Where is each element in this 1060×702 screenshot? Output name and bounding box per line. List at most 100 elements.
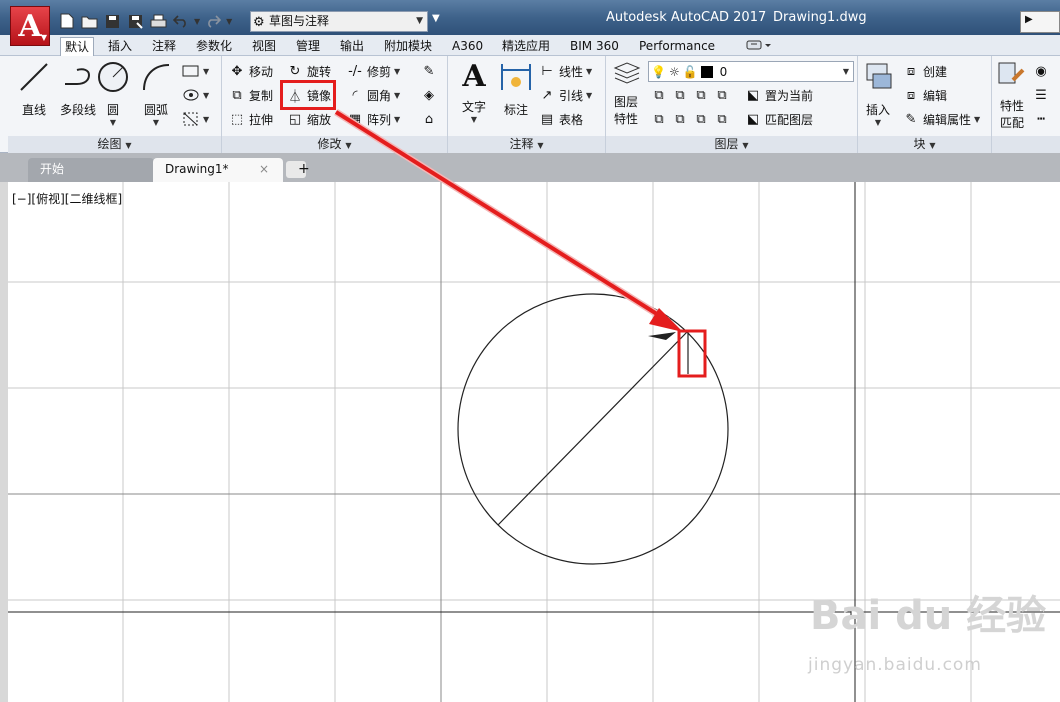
panel-modify-title[interactable]: 修改 ▼ xyxy=(222,136,447,153)
linetype-picker[interactable]: ┅ xyxy=(1032,109,1050,129)
move-button[interactable]: ✥ 移动 xyxy=(228,61,273,81)
scale-button[interactable]: ◱ 缩放 xyxy=(286,109,331,129)
set-current-button[interactable]: ⬕ 置为当前 xyxy=(744,85,813,105)
line-button[interactable]: 直线 xyxy=(14,60,54,118)
layer-on-icon[interactable]: ⧉ xyxy=(650,110,668,128)
tab-output[interactable]: 输出 xyxy=(336,37,368,56)
create-block-button[interactable]: ⧈ 创建 xyxy=(902,61,947,81)
mirror-highlight-box xyxy=(280,80,336,110)
redo-dropdown-icon[interactable]: ▼ xyxy=(226,17,232,26)
layer-isolate-icon[interactable]: ⧉ xyxy=(671,86,689,104)
panel-layers-title[interactable]: 图层 ▼ xyxy=(606,136,857,153)
linear-dimension-icon: ⊢ xyxy=(541,63,553,79)
layer-thaw-icon[interactable]: ⧉ xyxy=(692,110,710,128)
undo-icon[interactable] xyxy=(171,11,191,31)
layer-lock-icon[interactable]: ⧉ xyxy=(713,86,731,104)
array-icon: ▦ xyxy=(348,111,362,127)
chevron-down-icon: ▼ xyxy=(416,16,423,26)
text-button[interactable]: A 文字 ▼ xyxy=(456,60,492,125)
offset-button[interactable]: ⌂ xyxy=(420,109,438,129)
save-icon[interactable] xyxy=(102,11,122,31)
application-menu-button[interactable]: A ▼ xyxy=(10,6,50,46)
open-folder-icon[interactable] xyxy=(79,11,99,31)
viewport-controls[interactable]: [−][俯视][二维线框] xyxy=(12,190,122,207)
panel-modify: ✥ 移动 ↻ 旋转 -/- 修剪 ▼ ✎ ⧉ 复制 ⏃ 镜像 ◜ 圆角 ▼ ◈ ⬚ 拉伸 ◱ 缩放 … xyxy=(222,56,448,153)
match-layer-button[interactable]: ⬕ 匹配图层 xyxy=(744,109,813,129)
layer-unisolate-icon[interactable]: ⧉ xyxy=(671,110,689,128)
tab-parametric[interactable]: 参数化 xyxy=(192,37,236,56)
dimension-button[interactable]: 标注 xyxy=(498,60,534,118)
panel-block-title[interactable]: 块 ▼ xyxy=(858,136,991,153)
fillet-button[interactable]: ◜ 圆角 ▼ xyxy=(346,85,400,105)
close-icon[interactable]: × xyxy=(259,158,269,180)
match-properties-button[interactable]: 特性 匹配 xyxy=(994,60,1030,131)
layer-dropdown[interactable]: 💡 ☼ 🔓 0 ▼ xyxy=(648,61,854,82)
hatch-icon xyxy=(183,89,199,101)
print-icon[interactable] xyxy=(148,11,168,31)
tab-start[interactable]: 开始 xyxy=(28,158,154,182)
undo-dropdown-icon[interactable]: ▼ xyxy=(194,17,200,26)
match-properties-icon xyxy=(998,62,1025,84)
table-button[interactable]: ▤ 表格 xyxy=(538,109,583,129)
stretch-button[interactable]: ⬚ 拉伸 xyxy=(228,109,273,129)
leader-icon: ↗ xyxy=(541,87,553,103)
circle-button[interactable]: 圆 ▼ xyxy=(96,60,130,127)
customize-qat-icon[interactable]: ▼ xyxy=(432,13,440,24)
tab-default[interactable]: 默认 xyxy=(60,37,95,56)
arc-button[interactable]: 圆弧 ▼ xyxy=(136,60,176,127)
tab-view[interactable]: 视图 xyxy=(248,37,280,56)
edit-attributes-button[interactable]: ✎ 编辑属性 ▼ xyxy=(902,109,981,129)
play-icon: ▶ xyxy=(1025,14,1033,25)
hatch-button[interactable]: ▼ xyxy=(182,85,209,105)
dimension-icon xyxy=(501,64,531,90)
layer-freeze-icon[interactable]: ⧉ xyxy=(692,86,710,104)
linear-button[interactable]: ⊢ 线性 ▼ xyxy=(538,61,592,81)
erase-button[interactable]: ✎ xyxy=(420,61,438,81)
match-properties-label-1: 特性 xyxy=(999,99,1024,113)
tab-manage[interactable]: 管理 xyxy=(292,37,324,56)
tab-annotate[interactable]: 注释 xyxy=(148,37,180,56)
layer-tools-row-1: ⧉ ⧉ ⧉ ⧉ xyxy=(650,85,731,105)
tab-bim360[interactable]: BIM 360 xyxy=(566,37,623,56)
file-tab-bar: 开始 Drawing1* × + xyxy=(0,153,1060,182)
new-tab-button[interactable]: + xyxy=(286,161,310,178)
autocad-logo-icon: A xyxy=(18,8,42,44)
tab-addins[interactable]: 附加模块 xyxy=(380,37,436,56)
lineweight-picker[interactable]: ☰ xyxy=(1032,85,1050,105)
tab-performance[interactable]: Performance xyxy=(635,37,719,56)
eraser-icon: ✎ xyxy=(423,63,435,79)
tab-a360[interactable]: A360 xyxy=(448,37,487,56)
panel-annotation-title[interactable]: 注释 ▼ xyxy=(448,136,605,153)
sun-icon: ☼ xyxy=(668,64,680,79)
rotate-button[interactable]: ↻ 旋转 xyxy=(286,61,331,81)
boundary-button[interactable]: ▼ xyxy=(182,109,209,129)
save-as-icon[interactable] xyxy=(125,11,145,31)
layer-unlock-icon[interactable]: ⧉ xyxy=(713,110,731,128)
panel-draw-title[interactable]: 绘图 ▼ xyxy=(8,136,221,153)
tab-drawing1[interactable]: Drawing1* × xyxy=(153,158,283,182)
redo-icon[interactable] xyxy=(203,11,223,31)
baidu-watermark-logo: Bai du 经验 xyxy=(810,593,1047,639)
copy-button[interactable]: ⧉ 复制 xyxy=(228,85,273,105)
search-box[interactable]: ▶ xyxy=(1020,11,1060,33)
trim-button[interactable]: -/- 修剪 ▼ xyxy=(346,61,400,81)
array-button[interactable]: ▦ 阵列 ▼ xyxy=(346,109,400,129)
leader-button[interactable]: ↗ 引线 ▼ xyxy=(538,85,593,105)
layer-properties-button[interactable]: 图层 特性 xyxy=(608,60,644,127)
workspace-switcher[interactable]: ⚙ 草图与注释 ▼ xyxy=(250,11,428,32)
layer-off-icon[interactable]: ⧉ xyxy=(650,86,668,104)
new-file-icon[interactable] xyxy=(56,11,76,31)
drawn-diameter-line[interactable] xyxy=(497,330,689,526)
explode-button[interactable]: ◈ xyxy=(420,85,438,105)
ribbon-display-toggle-icon[interactable] xyxy=(742,38,776,57)
layer-stack-icon xyxy=(613,62,641,84)
edit-block-button[interactable]: ⧈ 编辑 xyxy=(902,85,947,105)
match-layer-icon: ⬕ xyxy=(746,111,760,127)
rectangle-button[interactable]: ▼ xyxy=(182,61,209,81)
color-picker[interactable]: ◉ xyxy=(1032,61,1050,81)
insert-button[interactable]: 插入 ▼ xyxy=(860,60,896,127)
layer-tools-row-2: ⧉ ⧉ ⧉ ⧉ xyxy=(650,109,731,129)
tab-insert[interactable]: 插入 xyxy=(104,37,136,56)
explode-icon: ◈ xyxy=(424,87,434,103)
tab-featured-apps[interactable]: 精选应用 xyxy=(498,37,554,56)
